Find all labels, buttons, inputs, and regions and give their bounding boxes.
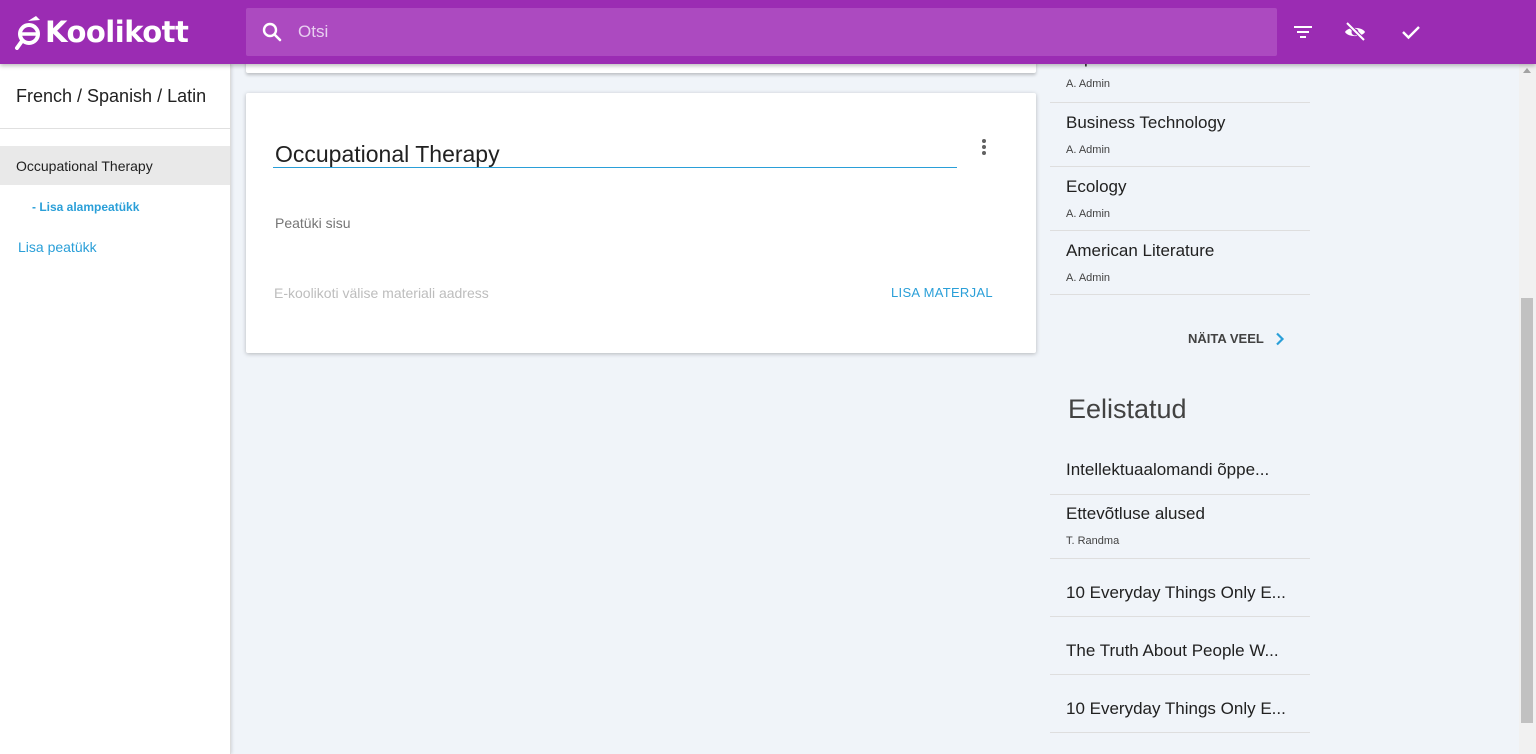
more-vert-icon: [982, 145, 986, 149]
list-item-title: 10 Everyday Things Only E...: [1066, 699, 1286, 718]
list-item[interactable]: Ettevõtluse alused T. Randma: [1050, 495, 1310, 559]
list-item[interactable]: 10 Everyday Things Only E...: [1050, 559, 1310, 617]
ekoolikott-logo[interactable]: Koolikott: [14, 12, 189, 52]
list-item-title: 10 Everyday Things Only E...: [1066, 583, 1286, 602]
material-title: French / Spanish / Latin: [16, 86, 207, 106]
visibility-toggle-button[interactable]: [1339, 16, 1371, 48]
chapter-content-field[interactable]: Peatüki sisu: [275, 215, 350, 231]
filter-button[interactable]: [1287, 16, 1319, 48]
page-scrollbar[interactable]: [1519, 64, 1536, 754]
search-input[interactable]: [298, 22, 1198, 42]
chevron-right-icon: [1276, 332, 1284, 345]
show-more-label: NÄITA VEEL: [1188, 331, 1264, 346]
logo-text: Koolikott: [45, 15, 189, 49]
top-app-bar: Koolikott: [0, 0, 1536, 64]
list-item[interactable]: Intellektuaalomandi õppe...: [1050, 442, 1310, 495]
search-icon: [262, 22, 282, 42]
list-item[interactable]: The Truth About People W...: [1050, 617, 1310, 675]
favorites-heading: Eelistatud: [1068, 394, 1187, 424]
list-item-title: Ettevõtluse alused: [1066, 504, 1205, 523]
show-more-button[interactable]: NÄITA VEEL: [1188, 331, 1286, 346]
list-item-author: A. Admin: [1066, 208, 1111, 220]
add-subchapter-link[interactable]: - Lisa alampeatükk: [32, 200, 139, 214]
more-vert-icon: [982, 139, 986, 143]
list-item-title: American Literature: [1066, 241, 1215, 260]
chapter-title-input[interactable]: Occupational Therapy: [275, 141, 500, 168]
sidebar-divider: [0, 128, 230, 129]
list-item-author: A. Admin: [1066, 272, 1111, 284]
list-item[interactable]: Business Technology A. Admin: [1050, 103, 1310, 167]
more-vert-icon: [982, 151, 986, 155]
list-item-author: A. Admin: [1066, 78, 1111, 90]
filter-icon: [1294, 26, 1312, 38]
add-material-button[interactable]: LISA MATERJAL: [891, 285, 993, 300]
list-item-author: A. Admin: [1066, 144, 1111, 156]
list-item-title: The Truth About People W...: [1066, 641, 1279, 660]
scrollbar-thumb[interactable]: [1521, 298, 1533, 723]
check-icon: [1402, 26, 1420, 40]
title-underline: [273, 167, 957, 168]
scroll-up-arrow-icon[interactable]: [1523, 68, 1531, 73]
list-item[interactable]: Ecology A. Admin: [1050, 167, 1310, 231]
visibility-off-icon: [1345, 21, 1366, 42]
confirm-button[interactable]: [1395, 16, 1427, 48]
list-item-author: T. Randma: [1066, 535, 1120, 547]
material-url-input[interactable]: [274, 285, 834, 301]
add-chapter-link[interactable]: Lisa peatükk: [18, 239, 97, 255]
list-item[interactable]: American Literature A. Admin: [1050, 231, 1310, 295]
chapter-card: Occupational Therapy Peatüki sisu LISA M…: [246, 93, 1036, 353]
list-item-title: Ecology: [1066, 177, 1127, 196]
list-item-title: Intellektuaalomandi õppe...: [1066, 460, 1270, 479]
sidebar-item-occupational-therapy[interactable]: Occupational Therapy: [0, 146, 230, 185]
search-bar[interactable]: [246, 8, 1277, 56]
list-item-title: Business Technology: [1066, 113, 1226, 132]
sidebar: French / Spanish / Latin Occupational Th…: [0, 64, 231, 754]
list-item[interactable]: 10 Everyday Things Only E...: [1050, 675, 1310, 733]
chapter-menu-button[interactable]: [976, 136, 992, 158]
logo-e-icon: [15, 16, 40, 50]
